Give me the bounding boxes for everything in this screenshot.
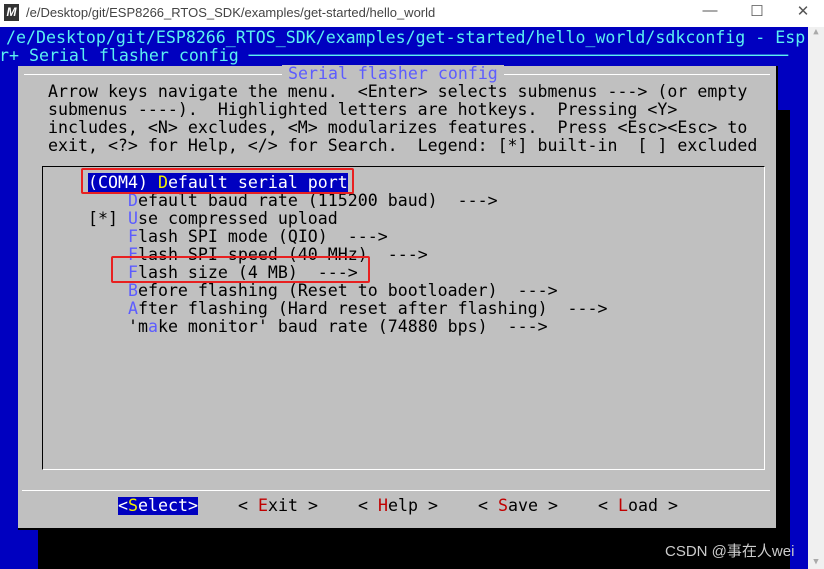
menu-item-prefix: [*]	[88, 209, 128, 228]
menu-item-label: lash SPI mode (QIO) --->	[137, 227, 388, 246]
menu-item-prefix	[88, 299, 128, 318]
annotation-box-serial-port	[81, 168, 354, 194]
menu-item-hotkey: B	[127, 281, 138, 300]
button-text: S	[128, 496, 138, 515]
button-text: oad >	[627, 496, 678, 515]
help-text-line: exit, <?> for Help, </> for Search. Lege…	[48, 136, 758, 155]
button-text: <	[358, 496, 378, 515]
menu-item-prefix	[88, 227, 128, 246]
menuconfig-dialog: Serial flasher config Arrow keys navigat…	[18, 65, 778, 530]
menu-item[interactable]: 'make monitor' baud rate (74880 bps) ---…	[88, 318, 548, 336]
menu-item-hotkey: a	[147, 317, 158, 336]
button-text: L	[617, 496, 628, 515]
scrollbar[interactable]: ▲ ▼	[808, 27, 824, 569]
button-text: elect>	[138, 496, 198, 515]
minimize-button[interactable]: —	[695, 2, 725, 19]
menu-item-label: efore flashing (Reset to bootloader) ---…	[137, 281, 558, 300]
button-save[interactable]: < Save >	[478, 497, 558, 515]
menu-item[interactable]: [*] Use compressed upload	[88, 210, 338, 228]
mintty-logo-icon: M	[4, 4, 19, 21]
button-text: <	[598, 496, 618, 515]
button-exit[interactable]: < Exit >	[238, 497, 318, 515]
menu-item[interactable]: After flashing (Hard reset after flashin…	[88, 300, 608, 318]
menu-item-prefix	[88, 281, 128, 300]
menu-item-hotkey: F	[127, 227, 138, 246]
button-load[interactable]: < Load >	[598, 497, 678, 515]
menu-item-label: ke monitor' baud rate (74880 bps) --->	[157, 317, 548, 336]
menu-item[interactable]: Flash SPI mode (QIO) --->	[88, 228, 388, 246]
button-text: <	[238, 496, 258, 515]
button-text: ave >	[507, 496, 558, 515]
maximize-button[interactable]: ☐	[742, 2, 772, 20]
button-text: H	[377, 496, 388, 515]
window-title: /e/Desktop/git/ESP8266_RTOS_SDK/examples…	[26, 5, 436, 20]
dialog-title: Serial flasher config	[282, 65, 504, 83]
help-text-line: Arrow keys navigate the menu. <Enter> se…	[48, 82, 748, 101]
terminal-path-line: /e/Desktop/git/ESP8266_RTOS_SDK/examples…	[6, 28, 806, 47]
terminal-breadcrumb-line: r+ Serial flasher config ───────────────…	[0, 46, 789, 65]
menu-item-hotkey: U	[127, 209, 138, 228]
help-text-line: includes, <N> excludes, <M> modularizes …	[48, 118, 748, 137]
scroll-down-icon[interactable]: ▼	[808, 557, 824, 567]
close-button[interactable]: ✕	[788, 2, 818, 20]
button-separator	[22, 490, 770, 491]
button-text: E	[257, 496, 268, 515]
scroll-up-icon[interactable]: ▲	[808, 27, 824, 37]
button-text: S	[497, 496, 508, 515]
window-titlebar: M /e/Desktop/git/ESP8266_RTOS_SDK/exampl…	[0, 0, 824, 26]
button-text: <	[118, 496, 128, 515]
menu-item-label: fter flashing (Hard reset after flashing…	[137, 299, 608, 318]
menu-item-hotkey: A	[127, 299, 138, 318]
button-text: <	[478, 496, 498, 515]
button-select[interactable]: <Select>	[118, 497, 198, 515]
help-text-line: submenus ----). Highlighted letters are …	[48, 100, 678, 119]
button-text: elp >	[387, 496, 438, 515]
button-help[interactable]: < Help >	[358, 497, 438, 515]
csdn-watermark: CSDN @事在人wei	[665, 543, 795, 560]
terminal[interactable]: /e/Desktop/git/ESP8266_RTOS_SDK/examples…	[0, 27, 808, 569]
annotation-box-flash-size	[111, 256, 370, 283]
menu-item[interactable]: Before flashing (Reset to bootloader) --…	[88, 282, 558, 300]
menu-item[interactable]: Default baud rate (115200 baud) --->	[88, 192, 498, 210]
menu-item-prefix: 'm	[88, 317, 148, 336]
menu-item-label: se compressed upload	[137, 209, 338, 228]
button-text: xit >	[267, 496, 318, 515]
